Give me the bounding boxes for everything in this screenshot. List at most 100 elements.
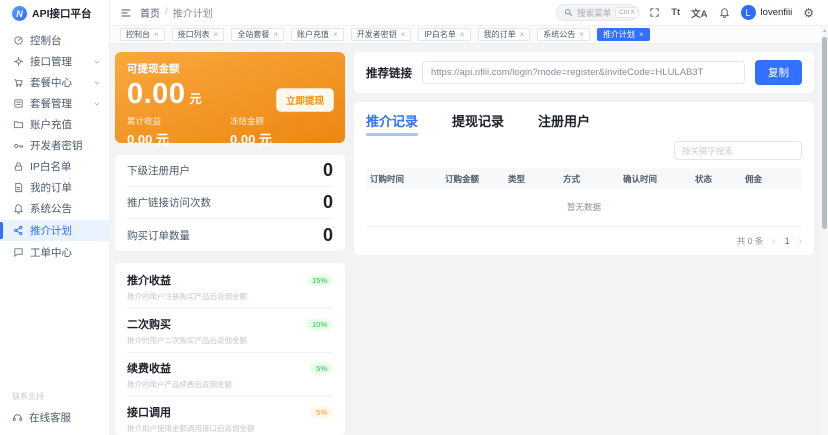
records-card: 推介记录 提现记录 注册用户 订购时间 订购金额 类型 方式 确认时间 状态 bbox=[354, 102, 814, 255]
tab-recharge[interactable]: 账户充值× bbox=[291, 28, 344, 41]
sidebar-item-label: 推介计划 bbox=[30, 223, 101, 238]
sidebar-item-label: 账户充值 bbox=[30, 117, 101, 132]
font-size-icon[interactable]: Tt bbox=[671, 7, 680, 18]
table-header-row: 订购时间 订购金额 类型 方式 确认时间 状态 佣金 bbox=[366, 168, 802, 189]
column-header: 佣金 bbox=[741, 173, 802, 185]
rule-renewal-income: 续费收益5% 推介的用户产品续费后返佣金额 bbox=[127, 353, 333, 397]
referral-stats-card: 下级注册用户 0 推广链接访问次数 0 购买订单数量 0 bbox=[115, 155, 345, 251]
tab-referral-records[interactable]: 推介记录 bbox=[366, 111, 418, 136]
menu-search-input[interactable]: 搜索菜单 Ctrl K bbox=[556, 4, 638, 21]
copy-button[interactable]: 复制 bbox=[755, 60, 802, 85]
tab-site-packages[interactable]: 全站套餐× bbox=[231, 28, 284, 41]
tab-my-orders[interactable]: 我的订单× bbox=[478, 28, 531, 41]
keyword-search-input[interactable] bbox=[674, 141, 802, 160]
username: lovenfiii bbox=[761, 7, 793, 18]
online-support-link[interactable]: 在线客服 bbox=[12, 410, 97, 425]
sidebar-item-label: 接口管理 bbox=[30, 54, 87, 69]
sidebar: N API接口平台 控制台 接口管理 套餐中心 套餐管理 bbox=[0, 0, 110, 435]
sidebar-item-package-management[interactable]: 套餐管理 bbox=[0, 93, 109, 114]
sidebar-item-label: 套餐中心 bbox=[30, 75, 87, 90]
sidebar-item-package-center[interactable]: 套餐中心 bbox=[0, 72, 109, 93]
sidebar-item-ip-whitelist[interactable]: IP白名单 bbox=[0, 156, 109, 177]
app-logo[interactable]: N API接口平台 bbox=[0, 0, 109, 26]
amount-unit: 元 bbox=[189, 90, 201, 107]
vertical-scrollbar[interactable]: ▲ bbox=[821, 27, 828, 435]
close-icon[interactable]: × bbox=[273, 30, 278, 39]
stat-registered-users: 下级注册用户 0 bbox=[127, 155, 333, 187]
page-number[interactable]: 1 bbox=[785, 236, 790, 246]
tab-api-list[interactable]: 接口列表× bbox=[172, 28, 225, 41]
referral-link-input[interactable] bbox=[422, 61, 745, 84]
sidebar-item-referral-plan[interactable]: 推介计划 bbox=[0, 220, 109, 241]
sidebar-item-announcements[interactable]: 系统公告 bbox=[0, 198, 109, 219]
fullscreen-icon[interactable] bbox=[649, 7, 660, 18]
close-icon[interactable]: × bbox=[579, 30, 584, 39]
rule-second-purchase: 二次购买10% 推介的用户二次购买产品后返佣金额 bbox=[127, 309, 333, 353]
breadcrumb: 首页 / 推介计划 bbox=[140, 5, 213, 20]
sidebar-item-console[interactable]: 控制台 bbox=[0, 30, 109, 51]
chevron-down-icon bbox=[93, 58, 101, 66]
gear-icon[interactable]: ⚙ bbox=[803, 7, 814, 19]
close-icon[interactable]: × bbox=[401, 30, 406, 39]
sidebar-item-developer-key[interactable]: 开发者密钥 bbox=[0, 135, 109, 156]
user-menu[interactable]: L lovenfiii bbox=[741, 5, 793, 20]
empty-state: 暂无数据 bbox=[366, 189, 802, 227]
app-title: API接口平台 bbox=[32, 6, 92, 21]
sidebar-item-label: 开发者密钥 bbox=[30, 138, 101, 153]
close-icon[interactable]: × bbox=[333, 30, 338, 39]
withdraw-now-button[interactable]: 立即提现 bbox=[276, 88, 334, 112]
language-icon[interactable]: 文A bbox=[691, 6, 707, 20]
close-icon[interactable]: × bbox=[460, 30, 465, 39]
close-icon[interactable]: × bbox=[520, 30, 525, 39]
sidebar-item-my-orders[interactable]: 我的订单 bbox=[0, 177, 109, 198]
column-header: 方式 bbox=[559, 173, 619, 185]
close-icon[interactable]: × bbox=[639, 30, 644, 39]
sidebar-item-label: 我的订单 bbox=[30, 180, 101, 195]
stat-purchase-orders: 购买订单数量 0 bbox=[127, 219, 333, 251]
sidebar-item-label: IP白名单 bbox=[30, 159, 101, 174]
chevron-down-icon bbox=[93, 100, 101, 108]
tab-announcements[interactable]: 系统公告× bbox=[537, 28, 590, 41]
wallet-card: 可提现金额 0.00 元 立即提现 累计收益 0.00 元 冻结金额 0.0 bbox=[115, 52, 345, 143]
referral-link-card: 推荐链接 复制 bbox=[354, 52, 814, 93]
tab-console[interactable]: 控制台× bbox=[120, 28, 165, 41]
tab-registered-users[interactable]: 注册用户 bbox=[538, 111, 590, 136]
folder-icon bbox=[13, 119, 24, 130]
avatar: L bbox=[741, 5, 756, 20]
breadcrumb-home[interactable]: 首页 bbox=[140, 5, 160, 20]
online-support-label: 在线客服 bbox=[29, 410, 71, 425]
withdrawable-amount: 0.00 bbox=[127, 78, 185, 111]
sidebar-item-label: 工单中心 bbox=[30, 245, 101, 260]
rule-api-call: 接口调用5% 推介用户使用金额调用接口后返佣金额 bbox=[127, 397, 333, 435]
wallet-title: 可提现金额 bbox=[127, 61, 333, 76]
page-content: 可提现金额 0.00 元 立即提现 累计收益 0.00 元 冻结金额 0.0 bbox=[110, 44, 828, 435]
support-section-label: 联系支持 bbox=[12, 391, 97, 402]
breadcrumb-current: 推介计划 bbox=[173, 5, 213, 20]
search-placeholder: 搜索菜单 bbox=[577, 7, 611, 19]
key-icon bbox=[13, 140, 24, 151]
tab-developer-key[interactable]: 开发者密钥× bbox=[351, 28, 412, 41]
sidebar-item-recharge[interactable]: 账户充值 bbox=[0, 114, 109, 135]
sidebar-collapse-icon[interactable] bbox=[120, 7, 132, 19]
scrollbar-thumb[interactable] bbox=[822, 37, 827, 229]
column-header: 订购金额 bbox=[441, 173, 504, 185]
prev-page-icon[interactable]: ‹ bbox=[772, 236, 775, 247]
tab-withdraw-records[interactable]: 提现记录 bbox=[452, 111, 504, 136]
main-area: 首页 / 推介计划 搜索菜单 Ctrl K Tt 文A L lovenfiii … bbox=[110, 0, 828, 435]
tab-ip-whitelist[interactable]: IP白名单× bbox=[418, 28, 470, 41]
notification-bell-icon[interactable] bbox=[719, 7, 730, 18]
close-icon[interactable]: × bbox=[214, 30, 219, 39]
close-icon[interactable]: × bbox=[154, 30, 159, 39]
sidebar-item-label: 系统公告 bbox=[30, 201, 101, 216]
scroll-up-arrow[interactable]: ▲ bbox=[822, 28, 827, 34]
package-icon bbox=[13, 98, 24, 109]
tab-bar: 控制台× 接口列表× 全站套餐× 账户充值× 开发者密钥× IP白名单× 我的订… bbox=[110, 26, 828, 44]
tab-referral-plan[interactable]: 推介计划× bbox=[597, 28, 650, 41]
commission-rules-card: 推介收益15% 推介的用户注册购买产品后返佣金额 二次购买10% 推介的用户二次… bbox=[115, 263, 345, 435]
bell-icon bbox=[13, 203, 24, 214]
next-page-icon[interactable]: › bbox=[799, 236, 802, 247]
sidebar-item-api-management[interactable]: 接口管理 bbox=[0, 51, 109, 72]
sidebar-item-ticket-center[interactable]: 工单中心 bbox=[0, 242, 109, 263]
percentage-badge: 15% bbox=[306, 275, 333, 286]
chevron-down-icon bbox=[93, 79, 101, 87]
